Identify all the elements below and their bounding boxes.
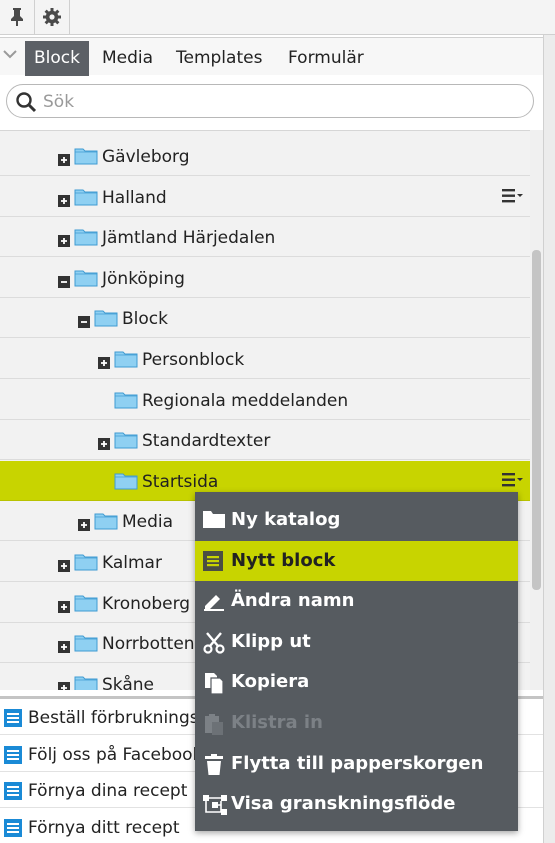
context-menu-label: Ändra namn — [231, 590, 355, 612]
tree-item-label: Personblock — [142, 350, 245, 370]
block-icon — [4, 745, 22, 769]
folder-icon — [74, 227, 98, 246]
expand-icon[interactable] — [58, 151, 70, 166]
list-item-label: Förnya dina recept — [28, 781, 188, 801]
folder-icon — [114, 471, 138, 490]
tree-item-label: Skåne — [102, 674, 154, 690]
expand-icon[interactable] — [78, 516, 90, 532]
tree-item[interactable]: Gävleborg — [0, 136, 530, 176]
context-menu-label: Kopiera — [231, 671, 310, 693]
tab-templates[interactable]: Templates — [167, 41, 271, 76]
search-icon — [16, 92, 37, 113]
context-menu-item[interactable]: Flytta till papperskorgen — [195, 744, 518, 784]
context-menu-item: Klistra in — [195, 703, 518, 743]
tree-item-label: Jämtland Härjedalen — [102, 228, 276, 249]
tree-item-label: Standardtexter — [142, 431, 271, 452]
context-menu-label: Klipp ut — [231, 630, 311, 652]
search-placeholder: Sök — [43, 92, 75, 112]
tab-block[interactable]: Block — [25, 41, 89, 76]
tree-item[interactable]: Jämtland Härjedalen — [0, 217, 530, 258]
context-menu-label: Visa granskningsflöde — [231, 793, 456, 815]
workflow-icon — [202, 793, 227, 816]
right-panel-edge — [543, 35, 555, 843]
block-icon — [202, 550, 226, 572]
tree-item-label: Norrbotten — [102, 634, 195, 655]
folder-icon — [74, 187, 98, 206]
tree-item[interactable]: Halland — [0, 176, 530, 217]
block-icon — [4, 782, 22, 805]
collapse-icon[interactable] — [78, 313, 90, 329]
tree-item-label: Jönköping — [102, 268, 185, 289]
top-toolbar — [0, 0, 555, 35]
copy-icon — [202, 671, 226, 695]
folder-icon — [114, 430, 138, 449]
context-menu-item[interactable]: Visa granskningsflöde — [195, 784, 518, 824]
expand-icon[interactable] — [58, 192, 70, 207]
trash-icon — [202, 753, 226, 775]
paste-icon — [202, 712, 226, 735]
expand-icon[interactable] — [58, 598, 70, 613]
context-menu-label: Ny katalog — [231, 509, 341, 530]
tree-item-label: Regionala meddelanden — [142, 390, 349, 411]
context-menu-label: Nytt block — [231, 549, 336, 571]
context-menu-item[interactable]: Ny katalog — [195, 500, 518, 540]
expand-icon[interactable] — [58, 557, 70, 572]
tree-item[interactable]: Block — [0, 298, 530, 339]
scissors-icon — [202, 631, 226, 654]
pin-button[interactable] — [0, 0, 35, 34]
expand-icon[interactable] — [98, 354, 110, 369]
tab-bar: Block Media Templates Formulär — [0, 37, 543, 76]
folder-icon — [114, 390, 138, 409]
folder-icon — [74, 593, 98, 612]
item-menu-icon[interactable] — [502, 472, 524, 488]
chevron-down-icon[interactable] — [2, 48, 18, 60]
expand-icon[interactable] — [98, 435, 110, 451]
tree-item[interactable]: Jönköping — [0, 257, 530, 298]
gear-icon — [43, 8, 61, 26]
folder-icon — [94, 511, 118, 530]
pin-icon — [11, 8, 23, 26]
context-menu-label: Flytta till papperskorgen — [231, 752, 484, 774]
folder-icon — [74, 146, 98, 165]
expand-icon[interactable] — [58, 679, 70, 690]
search-input[interactable]: Sök — [6, 84, 534, 118]
tree-item-label: Startsida — [142, 471, 219, 492]
tree-item-label: Media — [122, 512, 174, 533]
tree-item-label: Kronoberg — [102, 593, 191, 614]
tree-item-label: Block — [122, 309, 168, 330]
item-menu-icon[interactable] — [502, 188, 524, 204]
collapse-icon[interactable] — [58, 273, 70, 288]
folder-icon — [74, 674, 98, 690]
context-menu-item[interactable]: Kopiera — [195, 662, 518, 702]
scrollbar-thumb[interactable] — [532, 250, 541, 590]
block-icon — [4, 709, 22, 732]
folder-icon — [202, 509, 226, 531]
folder-icon — [94, 308, 118, 327]
tab-media[interactable]: Media — [93, 41, 162, 76]
context-menu-label: Klistra in — [231, 712, 323, 733]
settings-button[interactable] — [35, 0, 70, 34]
tree-item-label: Kalmar — [102, 553, 162, 573]
list-item-label: Förnya ditt recept — [28, 817, 180, 838]
tree-item-label: Gävleborg — [102, 147, 190, 167]
folder-icon — [74, 633, 98, 652]
folder-icon — [74, 552, 98, 571]
expand-icon[interactable] — [58, 232, 70, 248]
tree-item[interactable]: Standardtexter — [0, 420, 530, 461]
tree-item-label: Halland — [102, 187, 167, 208]
tree-scrollbar[interactable] — [530, 130, 543, 690]
context-menu-item[interactable]: Klipp ut — [195, 622, 518, 662]
tree-item[interactable]: Regionala meddelanden — [0, 379, 530, 420]
context-menu-item[interactable]: Ändra namn — [195, 581, 518, 621]
list-item-label: Följ oss på Facebook — [28, 744, 203, 765]
tab-formular[interactable]: Formulär — [279, 41, 373, 76]
expand-icon[interactable] — [58, 638, 70, 654]
tree-item[interactable]: Personblock — [0, 339, 530, 379]
rename-icon — [202, 590, 226, 612]
folder-icon — [74, 268, 98, 287]
folder-icon — [114, 349, 138, 368]
block-icon — [4, 818, 22, 842]
context-menu-item[interactable]: Nytt block — [195, 540, 518, 581]
context-menu: Ny katalog Nytt block Ändra namn Klipp ut Ko… — [195, 492, 518, 831]
